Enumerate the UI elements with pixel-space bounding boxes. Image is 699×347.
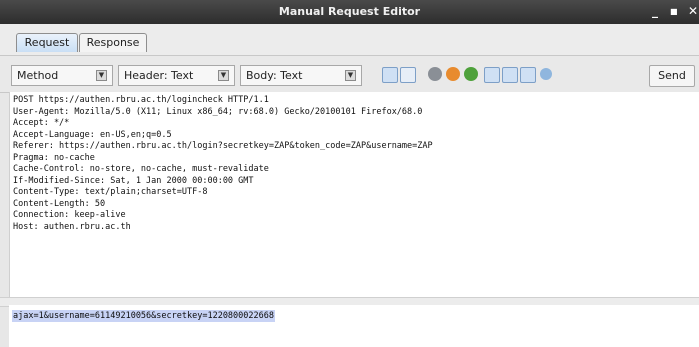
chevron-down-icon: ▼ <box>345 70 356 81</box>
layout-split-icon[interactable] <box>382 67 398 83</box>
close-button[interactable]: ✕ <box>688 4 698 18</box>
manual-request-editor-window: Manual Request Editor _ ■ ✕ Request Resp… <box>0 0 699 347</box>
minimize-button[interactable]: _ <box>652 4 658 18</box>
tab-response[interactable]: Response <box>79 33 147 52</box>
request-header-text[interactable]: POST https://authen.rbru.ac.th/loginchec… <box>10 92 699 233</box>
toolbar: Method ▼ Header: Text ▼ Body: Text ▼ Sen… <box>0 55 699 93</box>
window-title: Manual Request Editor <box>278 5 421 18</box>
chevron-down-icon: ▼ <box>96 70 107 81</box>
layout-tab-icon[interactable] <box>400 67 416 83</box>
header-view-select-label: Header: Text <box>124 69 194 82</box>
chevron-down-icon: ▼ <box>218 70 229 81</box>
gray-dot-icon[interactable] <box>428 67 442 81</box>
body-view-select-label: Body: Text <box>246 69 303 82</box>
request-body-text[interactable]: ajax=1&username=61149210056&secretkey=12… <box>12 310 275 322</box>
green-bubble-icon[interactable] <box>464 67 478 81</box>
help-icon[interactable] <box>540 68 552 80</box>
body-view-select[interactable]: Body: Text ▼ <box>240 65 362 86</box>
maximize-button[interactable]: ■ <box>670 7 678 16</box>
send-button[interactable]: Send <box>649 65 695 87</box>
orange-swirl-icon[interactable] <box>446 67 460 81</box>
request-header-pane[interactable]: POST https://authen.rbru.ac.th/loginchec… <box>9 92 699 297</box>
layout-full-icon[interactable] <box>520 67 536 83</box>
method-select[interactable]: Method ▼ <box>11 65 113 86</box>
header-view-select[interactable]: Header: Text ▼ <box>118 65 235 86</box>
tab-request[interactable]: Request <box>16 33 78 52</box>
tab-bar: Request Response <box>0 24 699 55</box>
layout-bottom-icon[interactable] <box>502 67 518 83</box>
method-select-label: Method <box>17 69 59 82</box>
request-body-pane[interactable]: ajax=1&username=61149210056&secretkey=12… <box>9 305 699 347</box>
layout-side-icon[interactable] <box>484 67 500 83</box>
title-bar[interactable]: Manual Request Editor _ ■ ✕ <box>0 0 699 24</box>
